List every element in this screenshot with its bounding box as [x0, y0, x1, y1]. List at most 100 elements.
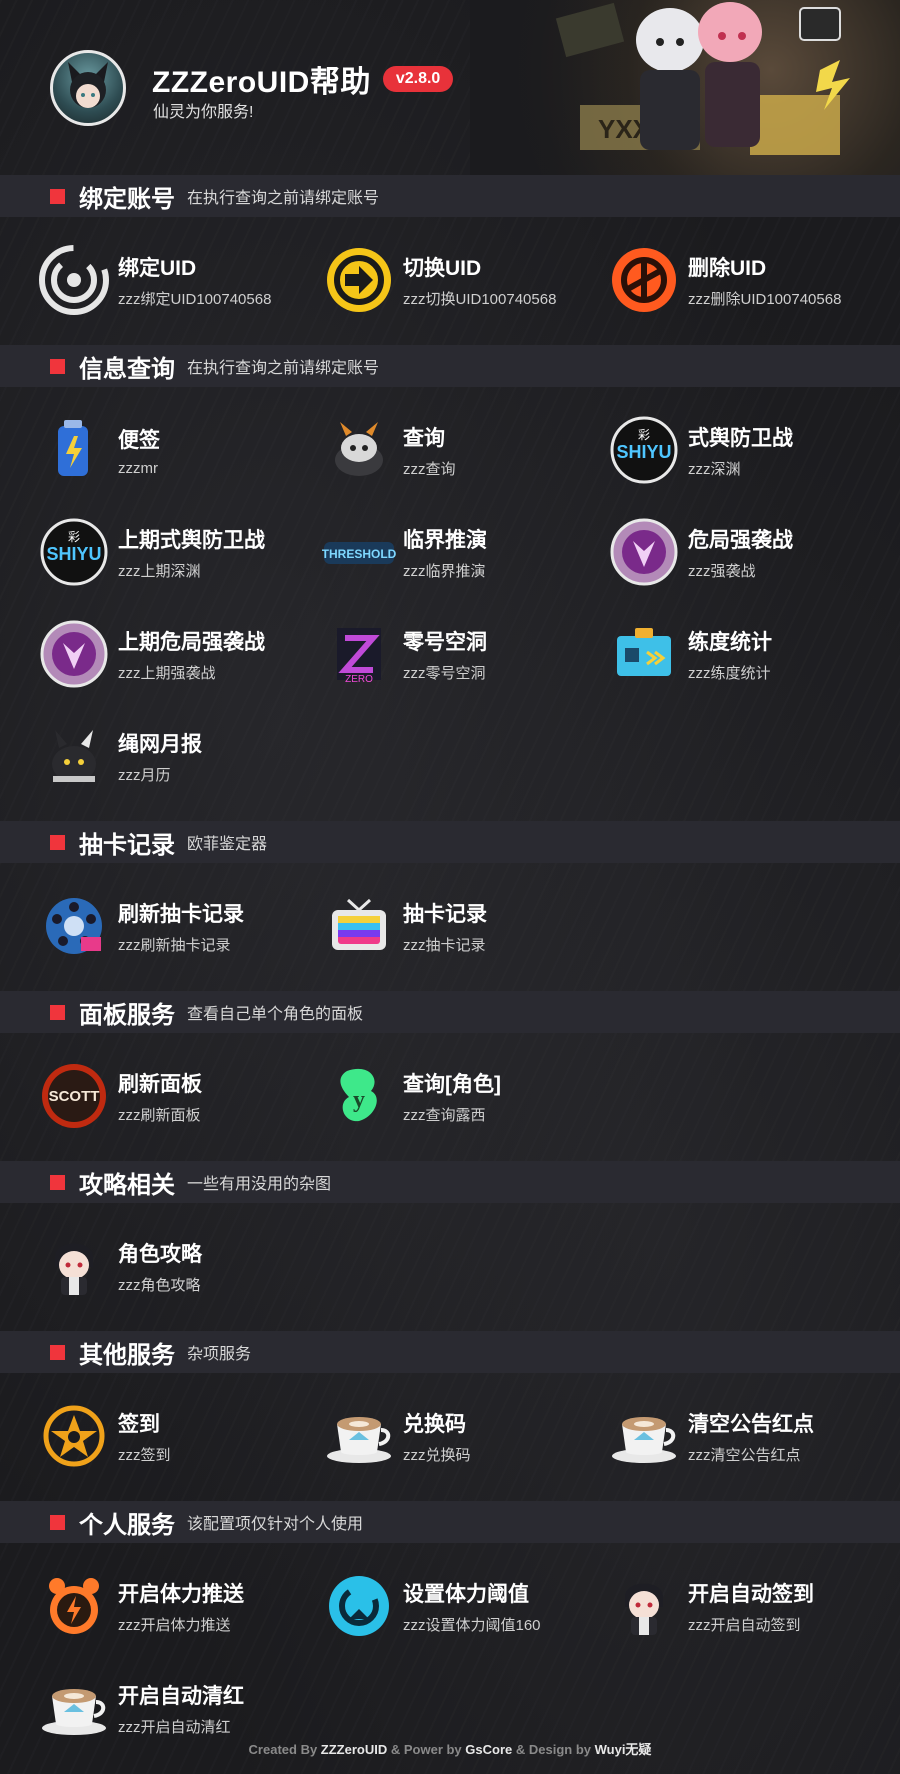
help-item: 刷新抽卡记录 zzz刷新抽卡记录: [36, 875, 321, 977]
page-title: ZZZeroUID帮助: [152, 66, 371, 99]
coffee-cup-icon: [36, 1670, 112, 1746]
section-items-grid: 便签 zzzmr 查询 zzz查询 SHIYU 彩式舆防卫战 zzz深渊 SHIYU 彩上期式舆…: [0, 387, 900, 821]
help-page: YXX ZZZeroUID帮助 v2.8.0 仙灵为你服务! 绑定账号 在执行查…: [0, 0, 900, 1774]
help-item: 绳网月报 zzz月历: [36, 705, 321, 807]
footer-prefix: Created By: [248, 1742, 321, 1757]
item-command: zzz切换UID100740568: [403, 290, 557, 308]
help-item: 签到 zzz签到: [36, 1385, 321, 1487]
avatar-character-icon: [68, 62, 108, 108]
section-title: 绑定账号: [79, 185, 175, 213]
item-name: 清空公告红点: [688, 1412, 814, 1436]
section-title: 抽卡记录: [79, 831, 175, 859]
item-command: zzz开启自动清红: [118, 1718, 231, 1736]
help-item: 清空公告红点 zzz清空公告红点: [606, 1385, 891, 1487]
svg-text:y: y: [353, 1087, 365, 1113]
help-item: SHIYU 彩式舆防卫战 zzz深渊: [606, 399, 891, 501]
help-item: ZERO 零号空洞 zzz零号空洞: [321, 603, 606, 705]
coffee-cup-icon: [606, 1398, 682, 1474]
item-name: 切换UID: [403, 256, 482, 280]
item-name: 刷新面板: [118, 1072, 202, 1096]
item-command: zzz抽卡记录: [403, 936, 486, 954]
help-item: 上期危局强袭战 zzz上期强袭战: [36, 603, 321, 705]
item-name: 签到: [118, 1412, 160, 1436]
svg-text:THRESHOLD: THRESHOLD: [322, 547, 396, 561]
footer-mid1: & Power by: [387, 1742, 466, 1757]
assault-icon: [36, 616, 112, 692]
banner-characters-art: YXX: [555, 2, 850, 155]
section-items-grid: 绑定UID zzz绑定UID100740568 切换UID zzz切换UID10074…: [0, 217, 900, 345]
section-description: 欧菲鉴定器: [187, 836, 268, 853]
section-marker: [50, 358, 65, 374]
section-items-grid: 角色攻略 zzz角色攻略: [0, 1203, 900, 1331]
film-reel-icon: [36, 888, 112, 964]
footer-author: ZZZeroUID: [320, 1742, 388, 1757]
section-header: 绑定账号 在执行查询之前请绑定账号: [0, 175, 900, 217]
item-name: 角色攻略: [118, 1242, 202, 1266]
header-banner: YXX: [470, 0, 900, 175]
section-description: 查看自己单个角色的面板: [187, 1006, 364, 1023]
chibi-character-icon: [606, 1568, 682, 1644]
help-item: 切换UID zzz切换UID100740568: [321, 229, 606, 331]
item-name: 上期危局强袭战: [118, 630, 265, 654]
tv-icon: [321, 888, 397, 964]
item-command: zzz刷新面板: [118, 1106, 201, 1124]
bangboo-icon: [321, 412, 397, 488]
header: YXX ZZZeroUID帮助 v2.8.0 仙灵为你服务!: [0, 0, 900, 175]
section-marker: [50, 1174, 65, 1190]
section-items-grid: 签到 zzz签到 兑换码 zzz兑换码 清空公告红点 zzz清空公告红点: [0, 1373, 900, 1501]
character-logo-icon: y: [321, 1058, 397, 1134]
item-command: zzz深渊: [688, 460, 741, 478]
item-name: 式舆防卫战: [688, 426, 793, 450]
section-title: 信息查询: [79, 355, 175, 383]
item-command: zzz月历: [118, 766, 171, 784]
item-command: zzz练度统计: [688, 664, 771, 682]
header-subtitle: 仙灵为你服务!: [153, 104, 254, 121]
section-description: 在执行查询之前请绑定账号: [187, 360, 380, 377]
sign-in-badge-icon: [36, 1398, 112, 1474]
help-item: y 查询[角色] zzz查询露西: [321, 1045, 606, 1147]
hollow-zero-icon: ZERO: [321, 616, 397, 692]
shiyu-icon: SHIYU 彩: [606, 412, 682, 488]
section-title: 攻略相关: [79, 1171, 175, 1199]
item-name: 绳网月报: [118, 732, 202, 756]
section-marker: [50, 834, 65, 850]
scott-outpost-icon: SCOTT: [36, 1058, 112, 1134]
assault-icon: [606, 514, 682, 590]
section-items-grid: SCOTT 刷新面板 zzz刷新面板 y 查询[角色] zzz查询露西: [0, 1033, 900, 1161]
item-name: 查询: [403, 426, 445, 450]
item-command: zzz设置体力阈值160: [403, 1616, 541, 1634]
help-item: 危局强袭战 zzz强袭战: [606, 501, 891, 603]
item-name: 开启自动签到: [688, 1582, 814, 1606]
refresh-circle-icon: [321, 1568, 397, 1644]
item-name: 查询[角色]: [403, 1072, 501, 1096]
section-title: 面板服务: [79, 1001, 175, 1029]
threshold-icon: THRESHOLD: [321, 514, 397, 590]
help-item: 设置体力阈值 zzz设置体力阈值160: [321, 1555, 606, 1657]
item-command: zzz查询: [403, 460, 456, 478]
item-name: 临界推演: [403, 528, 487, 552]
svg-text:彩: 彩: [68, 530, 80, 544]
sections-container: 绑定账号 在执行查询之前请绑定账号 绑定UID zzz绑定UID100740568 切换…: [0, 175, 900, 1773]
help-item: 角色攻略 zzz角色攻略: [36, 1215, 321, 1317]
item-name: 删除UID: [688, 256, 767, 280]
item-command: zzz开启自动签到: [688, 1616, 801, 1634]
energy-alarm-icon: [36, 1568, 112, 1644]
section-marker: [50, 1344, 65, 1360]
item-name: 上期式舆防卫战: [118, 528, 265, 552]
item-name: 便签: [118, 428, 160, 452]
footer-designer: Wuyi无疑: [594, 1742, 652, 1757]
help-item: 开启体力推送 zzz开启体力推送: [36, 1555, 321, 1657]
section-description: 一些有用没用的杂图: [187, 1176, 332, 1193]
switch-uid-icon: [321, 242, 397, 318]
version-badge: v2.8.0: [382, 66, 454, 92]
footer-credits: Created By ZZZeroUID & Power by GsCore &…: [0, 1739, 900, 1758]
item-name: 开启自动清红: [118, 1684, 244, 1708]
help-item: 查询 zzz查询: [321, 399, 606, 501]
item-name: 抽卡记录: [403, 902, 487, 926]
item-name: 零号空洞: [403, 630, 487, 654]
footer-power: GsCore: [465, 1742, 513, 1757]
item-command: zzz上期强袭战: [118, 664, 216, 682]
item-command: zzz清空公告红点: [688, 1446, 801, 1464]
help-item: 兑换码 zzz兑换码: [321, 1385, 606, 1487]
item-name: 开启体力推送: [118, 1582, 244, 1606]
